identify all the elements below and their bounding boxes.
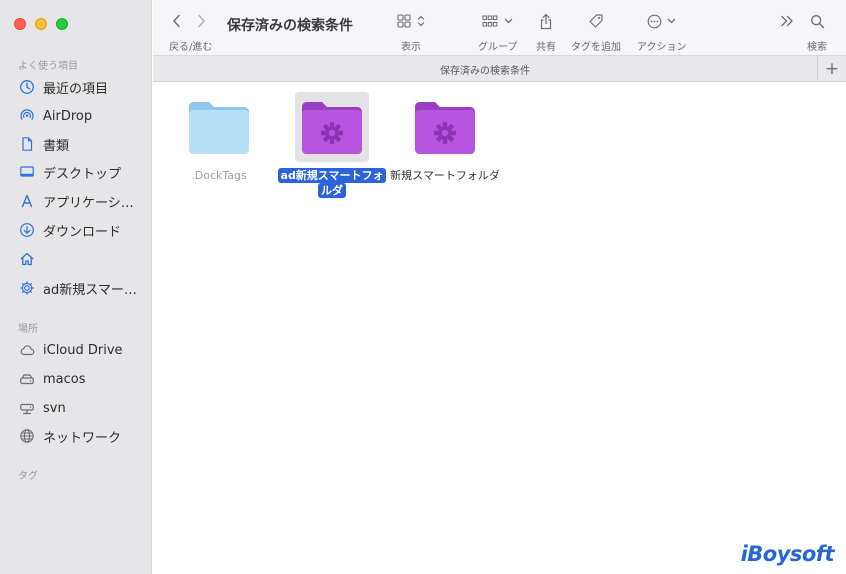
sidebar-item-label: 書類 xyxy=(43,138,70,154)
sidebar-item-network[interactable]: ネットワーク xyxy=(10,424,146,448)
sidebar-item-macos[interactable]: macos xyxy=(10,367,146,391)
sidebar-item-label: macos xyxy=(43,371,86,387)
add-tag-button[interactable]: タグを追加 xyxy=(571,10,621,53)
toolbar: 戻る/進む 保存済みの検索条件 表示 グループ 共有 タグを追加 アクション 検… xyxy=(153,0,846,55)
add-tab-button[interactable]: + xyxy=(817,56,846,82)
cloud-icon xyxy=(18,341,36,359)
sidebar-item-home[interactable] xyxy=(10,247,146,271)
file-item-smart-folder[interactable]: 新規スマートフォルダ xyxy=(387,92,503,183)
sidebar-item-downloads[interactable]: ダウンロード xyxy=(10,218,146,242)
tab-bar: 保存済みの検索条件 + xyxy=(153,55,846,82)
sidebar-item-label: AirDrop xyxy=(43,108,93,124)
group-label: グループ xyxy=(478,42,518,53)
download-icon xyxy=(18,221,36,239)
sidebar-item-label: ネットワーク xyxy=(43,430,122,446)
sidebar-item-label: アプリケーシ… xyxy=(43,195,134,211)
sidebar-item-recents[interactable]: 最近の項目 xyxy=(10,75,146,99)
search-icon xyxy=(810,14,825,29)
action-button[interactable]: アクション xyxy=(637,10,687,53)
sidebar-item-applications[interactable]: アプリケーシ… xyxy=(10,189,146,213)
tag-icon xyxy=(588,13,604,29)
group-grid-icon xyxy=(482,14,498,28)
file-item-ad-smart-folder[interactable]: ad新規スマートフォルダ xyxy=(274,92,390,198)
search-button[interactable]: 検索 xyxy=(807,10,827,53)
file-name: ad新規スマートフォルダ xyxy=(276,168,388,198)
window-title: 保存済みの検索条件 xyxy=(227,18,353,34)
sidebar: よく使う項目 最近の項目 AirDrop 書類 デスクトップ アプリケーシ… ダ… xyxy=(0,0,152,574)
file-name: 新規スマートフォルダ xyxy=(390,169,500,182)
view-label: 表示 xyxy=(401,42,421,53)
globe-icon xyxy=(18,427,36,445)
watermark-logo: iBoysoft xyxy=(740,542,835,566)
double-chevron-right-icon xyxy=(780,15,794,27)
action-label: アクション xyxy=(637,42,687,53)
window-controls xyxy=(14,18,68,30)
folder-icon xyxy=(182,92,256,162)
sidebar-item-airdrop[interactable]: AirDrop xyxy=(10,104,146,128)
back-forward-label: 戻る/進む xyxy=(169,42,213,53)
desktop-icon xyxy=(18,163,36,181)
sidebar-item-label: iCloud Drive xyxy=(43,342,123,358)
sidebar-item-desktop[interactable]: デスクトップ xyxy=(10,160,146,184)
view-button[interactable]: 表示 xyxy=(397,10,425,53)
sidebar-item-label: ad新規スマー… xyxy=(43,282,137,298)
more-toolbar-button[interactable] xyxy=(780,10,794,32)
tab-current[interactable]: 保存済みの検索条件 xyxy=(153,62,817,77)
share-button[interactable]: 共有 xyxy=(536,10,556,53)
close-window-button[interactable] xyxy=(14,18,26,30)
chevron-left-icon[interactable] xyxy=(172,14,181,28)
gear-folder-icon xyxy=(18,279,36,297)
chevron-down-icon xyxy=(504,17,513,25)
network-disk-icon xyxy=(18,399,36,417)
tags-section-title: タグ xyxy=(18,471,38,482)
file-name: .DockTags xyxy=(191,169,247,182)
favorites-section-title: よく使う項目 xyxy=(18,61,78,72)
sidebar-item-smart-folder[interactable]: ad新規スマー… xyxy=(10,276,146,300)
sidebar-item-documents[interactable]: 書類 xyxy=(10,132,146,156)
sidebar-item-svn[interactable]: svn xyxy=(10,396,146,420)
back-forward-control[interactable]: 戻る/進む xyxy=(165,10,212,53)
chevron-down-icon xyxy=(667,17,676,25)
document-icon xyxy=(18,135,36,153)
file-browser[interactable]: .DockTags ad新規スマートフォルダ 新規スマートフォルダ iBoyso… xyxy=(153,83,846,574)
sidebar-item-label: ダウンロード xyxy=(43,224,122,240)
add-tag-label: タグを追加 xyxy=(571,42,621,53)
smart-folder-icon xyxy=(408,92,482,162)
group-button[interactable]: グループ xyxy=(478,10,517,53)
disk-icon xyxy=(18,370,36,388)
ellipsis-circle-icon xyxy=(647,14,662,29)
sidebar-item-label: svn xyxy=(43,400,66,416)
home-icon xyxy=(18,250,36,268)
airdrop-icon xyxy=(18,107,36,125)
chevron-updown-icon xyxy=(417,14,425,28)
minimize-window-button[interactable] xyxy=(35,18,47,30)
clock-icon xyxy=(18,78,36,96)
share-icon xyxy=(539,13,553,30)
chevron-right-icon[interactable] xyxy=(197,14,206,28)
locations-section-title: 場所 xyxy=(18,324,38,335)
sidebar-item-icloud-drive[interactable]: iCloud Drive xyxy=(10,338,146,362)
smart-folder-icon xyxy=(295,92,369,162)
zoom-window-button[interactable] xyxy=(56,18,68,30)
sidebar-item-label: デスクトップ xyxy=(43,166,122,182)
file-item-docktags[interactable]: .DockTags xyxy=(161,92,277,183)
grid-icon xyxy=(397,14,411,28)
applications-icon xyxy=(18,192,36,210)
share-label: 共有 xyxy=(536,42,556,53)
search-label: 検索 xyxy=(807,42,827,53)
sidebar-item-label: 最近の項目 xyxy=(43,81,109,97)
